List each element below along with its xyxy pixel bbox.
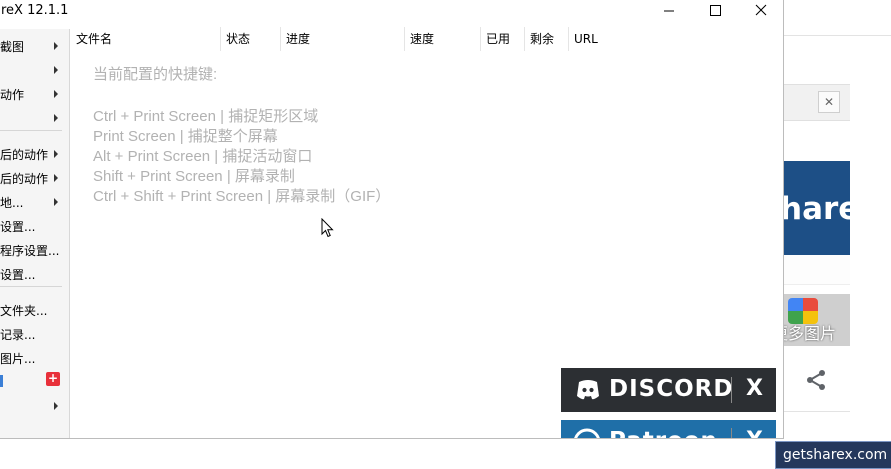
- menu-item-label: 记录...: [0, 328, 36, 342]
- submenu-arrow-icon: [54, 90, 58, 98]
- menu-item[interactable]: 后的动作: [0, 167, 70, 189]
- column-header[interactable]: 文件名: [71, 27, 221, 51]
- menu-item-label: 文件夹...: [0, 304, 48, 318]
- discord-button[interactable]: DISCORD X: [561, 368, 776, 412]
- submenu-arrow-icon: [54, 42, 58, 50]
- share-icon[interactable]: [804, 368, 828, 392]
- menu-item-label: 后的动作: [0, 172, 49, 186]
- column-header[interactable]: 进度: [281, 27, 405, 51]
- submenu-arrow-icon: [54, 114, 58, 122]
- background-more-images[interactable]: 更多图片: [784, 294, 850, 346]
- background-sharex-banner[interactable]: hareX: [784, 161, 850, 255]
- hotkey-hint-line: Alt + Print Screen | 捕捉活动窗口: [93, 148, 313, 165]
- menu-item-label: 图片...: [0, 352, 36, 366]
- menu-separator: [0, 130, 62, 131]
- menu-item[interactable]: 后的动作: [0, 143, 70, 165]
- background-card-bar: ✕: [784, 84, 850, 121]
- background-divider: [784, 411, 850, 412]
- menu-item[interactable]: 地...: [0, 191, 70, 213]
- close-button[interactable]: [738, 0, 784, 24]
- menu-item-label: 地...: [0, 196, 24, 210]
- hotkey-hint-line: Ctrl + Shift + Print Screen | 屏幕录制（GIF）: [93, 188, 391, 205]
- discord-icon: [577, 380, 599, 400]
- column-header[interactable]: 速度: [405, 27, 481, 51]
- main-menu: 截图 动作 后的动作 后的动作 地... 设置... 程序设置... 设置... 文件夹... 记…: [0, 29, 70, 438]
- menu-item[interactable]: 文件夹...: [0, 299, 70, 321]
- background-close-icon[interactable]: ✕: [818, 91, 840, 113]
- background-banner-text: hareX: [784, 191, 850, 227]
- background-top-bar: [784, 0, 891, 36]
- hotkey-hint-line: Shift + Print Screen | 屏幕录制: [93, 168, 295, 185]
- hotkey-hints-title: 当前配置的快捷键:: [93, 66, 218, 83]
- column-header[interactable]: 状态: [221, 27, 281, 51]
- column-header[interactable]: 剩余: [525, 27, 569, 51]
- discord-close-icon[interactable]: X: [733, 376, 776, 401]
- menu-item[interactable]: 设置...: [0, 215, 70, 237]
- patreon-close-icon[interactable]: X: [733, 428, 776, 438]
- menu-item[interactable]: 动作: [0, 83, 70, 105]
- hotkey-hint-line: Print Screen | 捕捉整个屏幕: [93, 128, 278, 145]
- submenu-arrow-icon: [54, 198, 58, 206]
- plus-icon[interactable]: +: [46, 372, 60, 386]
- discord-separator: [731, 377, 732, 403]
- screen: ✕ hareX 更多图片 getsharex.com reX 12.1.1: [0, 0, 891, 469]
- hotkey-hint-line: Ctrl + Print Screen | 捕捉矩形区域: [93, 108, 319, 125]
- menu-item[interactable]: 图片...: [0, 347, 70, 369]
- patreon-separator: [731, 428, 732, 438]
- menu-item-label: 设置...: [0, 268, 36, 282]
- discord-label: DISCORD: [609, 376, 734, 402]
- menu-item[interactable]: 程序设置...: [0, 239, 70, 261]
- background-browser-page: ✕ hareX 更多图片: [784, 0, 891, 469]
- more-images-label: 更多图片: [784, 324, 837, 343]
- menu-item-label: 程序设置...: [0, 244, 60, 258]
- patreon-button[interactable]: Patreon X: [561, 420, 776, 438]
- background-strip: [784, 255, 850, 285]
- sharex-window: reX 12.1.1 截图 动作 后的动作 后的动作 地... 设置... 程序设置... 设…: [0, 0, 784, 439]
- site-url-badge[interactable]: getsharex.com: [775, 441, 891, 469]
- column-header[interactable]: 已用: [481, 27, 525, 51]
- column-header[interactable]: URL: [569, 27, 783, 51]
- menu-item[interactable]: 记录...: [0, 323, 70, 345]
- title-bar[interactable]: reX 12.1.1: [0, 0, 783, 24]
- menu-item[interactable]: 设置...: [0, 263, 70, 285]
- submenu-arrow-icon: [54, 174, 58, 182]
- window-title: reX 12.1.1: [1, 3, 69, 18]
- task-list-header: 文件名 状态 进度 速度 已用 剩余 URL: [71, 27, 783, 51]
- patreon-label: Patreon: [609, 428, 718, 438]
- menu-color-marker: [0, 375, 3, 387]
- menu-item[interactable]: 截图: [0, 35, 70, 57]
- submenu-arrow-icon: [54, 150, 58, 158]
- menu-item-label: 截图: [0, 40, 25, 54]
- menu-item[interactable]: [0, 107, 70, 129]
- menu-item-label: 动作: [0, 88, 25, 102]
- maximize-button[interactable]: [692, 0, 738, 24]
- menu-item-label: 设置...: [0, 220, 36, 234]
- menu-separator: [0, 286, 62, 287]
- menu-item-label: 后的动作: [0, 148, 49, 162]
- submenu-arrow-icon: [54, 66, 58, 74]
- menu-item[interactable]: [0, 59, 70, 81]
- menu-item[interactable]: [0, 395, 70, 417]
- minimize-button[interactable]: [646, 0, 692, 24]
- mouse-cursor-icon: [321, 218, 334, 238]
- submenu-arrow-icon: [54, 402, 58, 410]
- patreon-icon: [574, 428, 600, 438]
